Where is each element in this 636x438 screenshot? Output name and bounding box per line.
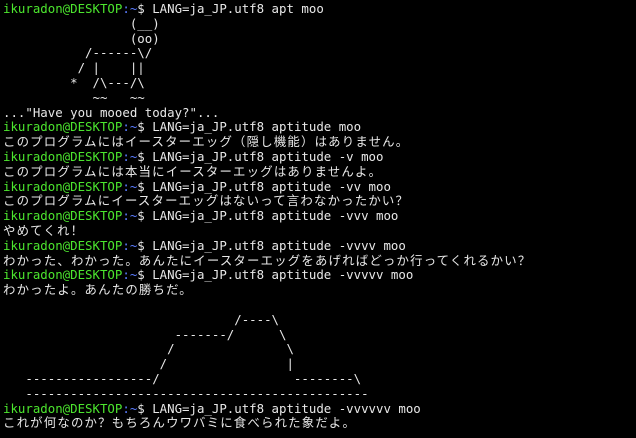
command-line: ikuradon@DESKTOP:~$ LANG=ja_JP.utf8 apti… xyxy=(3,119,636,135)
prompt-symbol: $ xyxy=(137,119,153,135)
output-text: ..."Have you mooed today?"... xyxy=(3,104,220,120)
prompt-user-host: ikuradon@DESKTOP xyxy=(3,148,123,164)
output-line: / | xyxy=(3,356,636,372)
terminal-window[interactable]: ikuradon@DESKTOP:~$ LANG=ja_JP.utf8 apt … xyxy=(0,0,636,438)
output-text: /----\ xyxy=(3,311,280,327)
output-text: わかった、わかった。あんたにイースターエッグをあげればどっか行ってくれるかい？ xyxy=(3,252,532,268)
prompt-symbol: $ xyxy=(137,1,153,16)
prompt-user-host: ikuradon@DESKTOP xyxy=(3,400,123,416)
prompt-user-host: ikuradon@DESKTOP xyxy=(3,208,123,224)
output-text: このプログラムには本当にイースターエッグはありませんよ。 xyxy=(3,163,383,179)
command-text: LANG=ja_JP.utf8 aptitude -vv moo xyxy=(152,178,391,194)
output-text: * /\---/\ xyxy=(3,74,145,90)
output-text: /------\/ xyxy=(3,45,153,61)
output-text: -----------------/ --------\ xyxy=(3,370,362,386)
prompt-path: :~ xyxy=(122,267,138,283)
prompt-path: :~ xyxy=(122,400,138,416)
output-line: このプログラムには本当にイースターエッグはありませんよ。 xyxy=(3,163,636,180)
output-line: このプログラムにはイースターエッグ（隠し機能）はありません。 xyxy=(3,134,636,150)
output-line: (__) xyxy=(3,15,636,32)
output-line: やめてくれ！ xyxy=(3,222,636,239)
prompt-path: :~ xyxy=(122,208,138,224)
command-text: LANG=ja_JP.utf8 apt moo xyxy=(152,1,324,16)
output-line: わかったよ。あんたの勝ちだ。 xyxy=(3,282,636,298)
prompt-user-host: ikuradon@DESKTOP xyxy=(3,119,123,135)
command-text: LANG=ja_JP.utf8 aptitude -vvvv moo xyxy=(152,237,406,253)
output-line: /----\ xyxy=(3,311,636,328)
output-line: -----------------/ --------\ xyxy=(3,370,636,387)
output-line: / | || xyxy=(3,60,636,76)
prompt-path: :~ xyxy=(122,237,138,253)
command-line: ikuradon@DESKTOP:~$ LANG=ja_JP.utf8 apt … xyxy=(3,1,636,17)
command-text: LANG=ja_JP.utf8 aptitude -v moo xyxy=(152,148,384,164)
output-text: わかったよ。あんたの勝ちだ。 xyxy=(3,282,193,298)
command-line: ikuradon@DESKTOP:~$ LANG=ja_JP.utf8 apti… xyxy=(3,178,636,195)
output-line: -------/ \ xyxy=(3,326,636,343)
output-text: -------/ \ xyxy=(3,326,287,342)
output-text: ~~ ~~ xyxy=(3,89,145,105)
prompt-user-host: ikuradon@DESKTOP xyxy=(3,267,123,283)
output-line: (oo) xyxy=(3,30,636,47)
output-line: /------\/ xyxy=(3,45,636,61)
output-line: * /\---/\ xyxy=(3,74,636,91)
output-line: わかった、わかった。あんたにイースターエッグをあげればどっか行ってくれるかい？ xyxy=(3,252,636,269)
prompt-symbol: $ xyxy=(137,178,153,194)
prompt-path: :~ xyxy=(122,148,138,164)
output-text: このプログラムにはイースターエッグ（隠し機能）はありません。 xyxy=(3,134,410,150)
command-text: LANG=ja_JP.utf8 aptitude -vvv moo xyxy=(152,208,399,224)
prompt-symbol: $ xyxy=(137,237,153,253)
command-line: ikuradon@DESKTOP:~$ LANG=ja_JP.utf8 apti… xyxy=(3,400,636,417)
prompt-symbol: $ xyxy=(137,208,153,224)
output-text: ----------------------------------------… xyxy=(3,385,369,401)
output-text: これが何なのか？もちろんウワバミに食べられた象だよ。 xyxy=(3,415,357,431)
output-text: / | xyxy=(3,356,294,372)
output-line: ----------------------------------------… xyxy=(3,385,636,402)
output-text: (__) xyxy=(3,15,160,31)
prompt-path: :~ xyxy=(122,119,138,135)
prompt-user-host: ikuradon@DESKTOP xyxy=(3,237,123,253)
command-text: LANG=ja_JP.utf8 aptitude moo xyxy=(152,119,362,135)
output-line: ..."Have you mooed today?"... xyxy=(3,104,636,121)
prompt-user-host: ikuradon@DESKTOP xyxy=(3,178,123,194)
output-text: / \ xyxy=(3,341,294,357)
command-line: ikuradon@DESKTOP:~$ LANG=ja_JP.utf8 apti… xyxy=(3,267,636,283)
output-line: これが何なのか？もちろんウワバミに食べられた象だよ。 xyxy=(3,415,636,431)
output-line: / \ xyxy=(3,341,636,357)
prompt-symbol: $ xyxy=(137,267,153,283)
prompt-path: :~ xyxy=(122,178,138,194)
output-text: このプログラムにイースターエッグはないって言わなかったかい？ xyxy=(3,193,410,209)
command-line: ikuradon@DESKTOP:~$ LANG=ja_JP.utf8 apti… xyxy=(3,148,636,165)
command-line: ikuradon@DESKTOP:~$ LANG=ja_JP.utf8 apti… xyxy=(3,208,636,224)
output-line: ~~ ~~ xyxy=(3,89,636,106)
command-text: LANG=ja_JP.utf8 aptitude -vvvvvv moo xyxy=(152,400,421,416)
output-text: / | || xyxy=(3,60,145,76)
command-text: LANG=ja_JP.utf8 aptitude -vvvvv moo xyxy=(152,267,414,283)
prompt-symbol: $ xyxy=(137,400,153,416)
output-text: やめてくれ！ xyxy=(3,222,85,238)
output-line: このプログラムにイースターエッグはないって言わなかったかい？ xyxy=(3,193,636,209)
prompt-path: :~ xyxy=(122,1,138,16)
output-text: (oo) xyxy=(3,30,160,46)
command-line: ikuradon@DESKTOP:~$ LANG=ja_JP.utf8 apti… xyxy=(3,237,636,254)
prompt-user-host: ikuradon@DESKTOP xyxy=(3,1,123,16)
prompt-symbol: $ xyxy=(137,148,153,164)
